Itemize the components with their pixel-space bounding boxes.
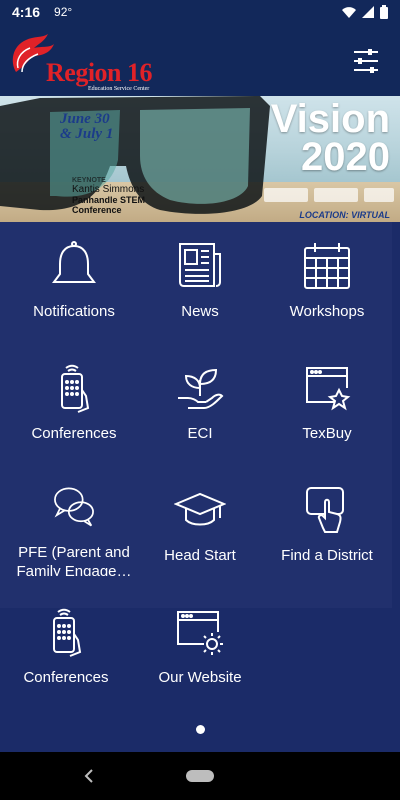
tile-conferences-2[interactable]: Conferences	[3, 588, 129, 698]
newspaper-icon	[179, 243, 221, 287]
pointer-click-icon	[306, 487, 344, 533]
banner-vision-line2: 2020	[301, 135, 390, 179]
back-button[interactable]	[82, 766, 98, 786]
banner-dates: June 30 & July 1	[60, 112, 113, 142]
tile-find-district[interactable]: Find a District	[264, 466, 390, 576]
tile-label: PFE (Parent and Family Engage…	[16, 544, 132, 576]
browser-star-icon	[306, 367, 351, 411]
banner-keynote-name: Kantis Simmons	[72, 184, 145, 195]
tile-our-website[interactable]: Our Website	[137, 588, 263, 698]
tile-eci[interactable]: ECI	[137, 344, 263, 454]
phone-hand-icon	[53, 608, 82, 657]
tile-label: Conferences	[31, 425, 117, 442]
wifi-icon	[342, 7, 356, 18]
banner-sponsor-logos	[244, 188, 394, 204]
chevron-left-icon	[84, 769, 93, 783]
tile-notifications[interactable]: Notifications	[11, 222, 137, 332]
sliders-icon	[354, 49, 378, 73]
tile-label: Our Website	[158, 669, 242, 686]
region16-logo[interactable]: Region 16 Education Service Center	[8, 30, 158, 92]
banner-keynote-label: KEYNOTE	[72, 177, 106, 184]
banner-dates-text: June 30 & July 1	[60, 111, 114, 142]
tile-workshops[interactable]: Workshops	[264, 222, 390, 332]
tile-head-start[interactable]: Head Start	[137, 466, 263, 576]
home-button[interactable]	[186, 770, 214, 782]
main-content: Notifications News Workshops Conferences…	[0, 222, 400, 752]
plant-hand-icon	[178, 368, 224, 409]
banner-location: LOCATION: VIRTUAL	[299, 210, 390, 220]
browser-gear-icon	[177, 611, 223, 655]
calendar-icon	[304, 243, 350, 289]
settings-menu-button[interactable]	[352, 48, 380, 74]
tile-label: ECI	[187, 425, 213, 442]
tile-label: Workshops	[289, 303, 365, 320]
tile-news[interactable]: News	[137, 222, 263, 332]
banner-conference: Panhandle STEM Conference	[72, 195, 145, 215]
chat-bubbles-icon	[54, 487, 94, 527]
tile-texbuy[interactable]: TexBuy	[264, 344, 390, 454]
app-header: Region 16 Education Service Center	[0, 24, 400, 96]
sponsor-logo	[314, 188, 358, 202]
sponsor-logo	[264, 188, 308, 202]
graduation-cap-icon	[174, 492, 226, 526]
tile-label: Find a District	[281, 547, 373, 564]
status-temperature: 92°	[54, 5, 73, 19]
tile-label: TexBuy	[302, 425, 352, 442]
bell-icon	[52, 241, 96, 283]
logo-subtitle: Education Service Center	[88, 86, 150, 92]
banner-vision-title: Vision 2020	[270, 97, 390, 179]
tile-label: Conferences	[23, 669, 109, 686]
phone-hand-icon	[61, 364, 90, 413]
system-nav-bar	[0, 752, 400, 800]
battery-icon	[380, 5, 388, 19]
tile-label: Head Start	[164, 547, 236, 564]
sponsor-logo	[364, 188, 394, 202]
event-banner[interactable]: June 30 & July 1 KEYNOTE Kantis Simmons …	[0, 96, 400, 222]
status-time: 4:16	[12, 4, 41, 20]
banner-vision-line1: Vision	[270, 97, 390, 141]
page-indicator-dot[interactable]	[195, 725, 205, 734]
page-indicator	[0, 725, 400, 734]
tile-label: Notifications	[33, 303, 115, 320]
banner-conference-line2: Conference	[72, 205, 122, 215]
status-bar: 4:16 92°	[0, 0, 400, 24]
tile-label: News	[181, 303, 219, 320]
logo-text: Region 16	[46, 58, 153, 87]
status-icons	[342, 5, 388, 19]
banner-conference-line1: Panhandle STEM	[72, 195, 146, 205]
tile-pfe[interactable]: PFE (Parent and Family Engage…	[11, 466, 137, 576]
tile-conferences[interactable]: Conferences	[11, 344, 137, 454]
signal-icon	[362, 6, 374, 18]
